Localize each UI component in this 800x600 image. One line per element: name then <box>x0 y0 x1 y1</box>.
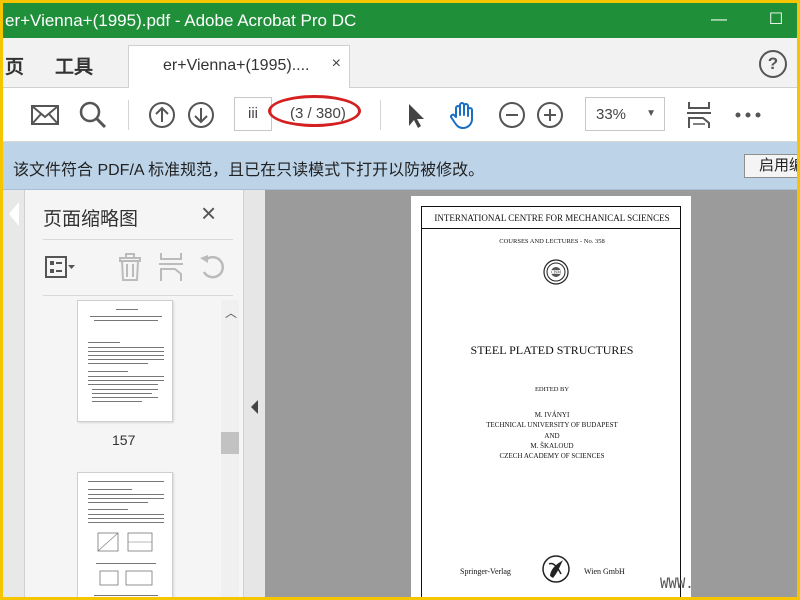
page-thumbnail[interactable] <box>77 472 173 597</box>
delete-icon[interactable] <box>113 250 147 284</box>
zoom-value: 33% <box>596 106 627 123</box>
publisher-city: Wien GmbH <box>584 567 625 576</box>
chevron-up-icon[interactable]: ︿ <box>225 304 237 321</box>
thumbnail-options-icon[interactable] <box>43 250 77 284</box>
svg-text:CISM: CISM <box>551 270 561 275</box>
panel-collapse-handle[interactable] <box>244 190 265 597</box>
panel-divider <box>43 239 233 240</box>
page-thumbnail[interactable] <box>77 300 173 422</box>
watermark-text: WWW. <box>660 576 694 592</box>
affiliation-2: CZECH ACADEMY OF SCIENCES <box>499 452 605 460</box>
title-bar: er+Vienna+(1995).pdf - Adobe Acrobat Pro… <box>3 3 797 38</box>
page-down-icon[interactable] <box>185 99 217 131</box>
edited-by: EDITED BY <box>534 386 570 393</box>
thumbnail-page-label: 157 <box>112 432 136 448</box>
institution-header: INTERNATIONAL CENTRE FOR MECHANICAL SCIE… <box>434 213 670 223</box>
tab-bar: 页 工具 er+Vienna+(1995).... × ? <box>3 38 797 88</box>
hand-icon[interactable] <box>447 99 479 131</box>
page-border: INTERNATIONAL CENTRE FOR MECHANICAL SCIE… <box>421 206 681 597</box>
enable-editing-button[interactable]: 启用编 <box>744 154 797 178</box>
toolbar: iii (3 / 380) 33% ▼ <box>3 88 797 142</box>
page-number-input[interactable]: iii <box>234 97 272 131</box>
rotate-icon[interactable] <box>195 250 229 284</box>
tab-close-button[interactable]: × <box>332 55 341 73</box>
affiliation-1: TECHNICAL UNIVERSITY OF BUDAPEST <box>486 421 618 429</box>
document-tab[interactable]: er+Vienna+(1995).... × <box>128 45 350 88</box>
minimize-button[interactable]: — <box>706 9 732 31</box>
pdf-page[interactable]: INTERNATIONAL CENTRE FOR MECHANICAL SCIE… <box>411 196 691 597</box>
panel-pointer-icon <box>9 202 19 226</box>
thumbnail-scrollbar[interactable]: ︿ <box>221 300 239 597</box>
figure-sketch <box>97 532 153 552</box>
navigation-strip <box>3 190 25 597</box>
fit-page-icon[interactable] <box>683 99 715 131</box>
and-text: AND <box>544 432 560 440</box>
zoom-out-icon[interactable] <box>496 99 528 131</box>
series-line: COURSES AND LECTURES - No. 358 <box>499 238 605 245</box>
highlight-ellipse <box>268 95 361 127</box>
close-icon[interactable]: × <box>201 198 216 229</box>
window-title: er+Vienna+(1995).pdf - Adobe Acrobat Pro… <box>5 11 357 30</box>
nav-home[interactable]: 页 <box>5 52 24 79</box>
pdfa-message: 该文件符合 PDF/A 标准规范，且已在只读模式下打开以防被修改。 <box>13 162 485 179</box>
panel-divider <box>43 295 233 296</box>
chevron-down-icon: ▼ <box>646 108 656 119</box>
publisher-name: Springer-Verlag <box>460 567 511 576</box>
insert-page-icon[interactable] <box>155 250 189 284</box>
zoom-in-icon[interactable] <box>534 99 566 131</box>
maximize-button[interactable]: ☐ <box>763 9 789 31</box>
toolbar-divider <box>380 100 381 130</box>
editor-2: M. ŠKALOUD <box>530 442 574 450</box>
more-icon[interactable] <box>732 99 764 131</box>
zoom-select[interactable]: 33% ▼ <box>585 97 665 131</box>
select-arrow-icon[interactable] <box>399 99 431 131</box>
app-window: er+Vienna+(1995).pdf - Adobe Acrobat Pro… <box>0 0 800 600</box>
nav-tools[interactable]: 工具 <box>55 52 93 79</box>
scrollbar-thumb[interactable] <box>221 432 239 454</box>
editor-1: M. IVÁNYI <box>534 411 570 419</box>
search-icon[interactable] <box>77 99 109 131</box>
book-title: STEEL PLATED STRUCTURES <box>470 343 634 357</box>
email-icon[interactable] <box>29 99 61 131</box>
springer-logo <box>542 555 570 583</box>
panel-title: 页面缩略图 <box>43 209 139 230</box>
thumbnails-panel: 页面缩略图 × ︿ 157 <box>25 190 244 597</box>
page-up-icon[interactable] <box>146 99 178 131</box>
tab-label: er+Vienna+(1995).... <box>163 57 310 74</box>
collapse-arrow-icon <box>251 400 258 414</box>
pdfa-info-bar: 该文件符合 PDF/A 标准规范，且已在只读模式下打开以防被修改。 启用编 <box>3 142 797 190</box>
cism-seal-logo: CISM <box>543 259 569 285</box>
help-button[interactable]: ? <box>759 50 787 78</box>
figure-sketch <box>99 570 153 586</box>
toolbar-divider <box>128 100 129 130</box>
